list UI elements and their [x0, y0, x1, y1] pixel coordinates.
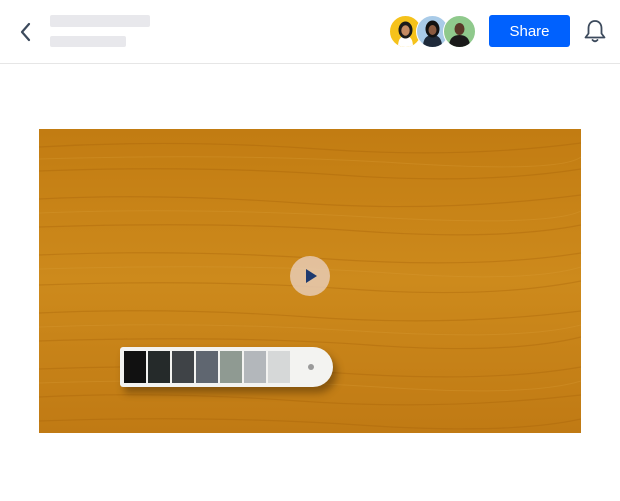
palette-swatch: [244, 351, 266, 383]
top-bar: Share: [0, 0, 620, 64]
file-subtitle-placeholder: [50, 36, 126, 47]
palette-swatch: [220, 351, 242, 383]
share-button[interactable]: Share: [489, 15, 570, 47]
palette-swatch: [172, 351, 194, 383]
notifications-button[interactable]: [582, 17, 608, 45]
palette-swatch: [268, 351, 290, 383]
collaborator-avatars[interactable]: [389, 15, 479, 48]
file-title-placeholder: [50, 15, 150, 27]
back-button[interactable]: [14, 20, 38, 44]
palette-swatch: [148, 351, 170, 383]
video-preview[interactable]: [39, 129, 581, 433]
bell-icon: [584, 20, 606, 43]
color-palette-tray: [120, 347, 333, 387]
palette-swatch: [196, 351, 218, 383]
person-icon: [449, 23, 470, 47]
palette-swatch: [124, 351, 146, 383]
play-icon: [306, 269, 317, 283]
avatar[interactable]: [443, 15, 476, 48]
play-button[interactable]: [290, 256, 330, 296]
chevron-left-icon: [20, 22, 31, 42]
dot-icon: [308, 364, 314, 370]
